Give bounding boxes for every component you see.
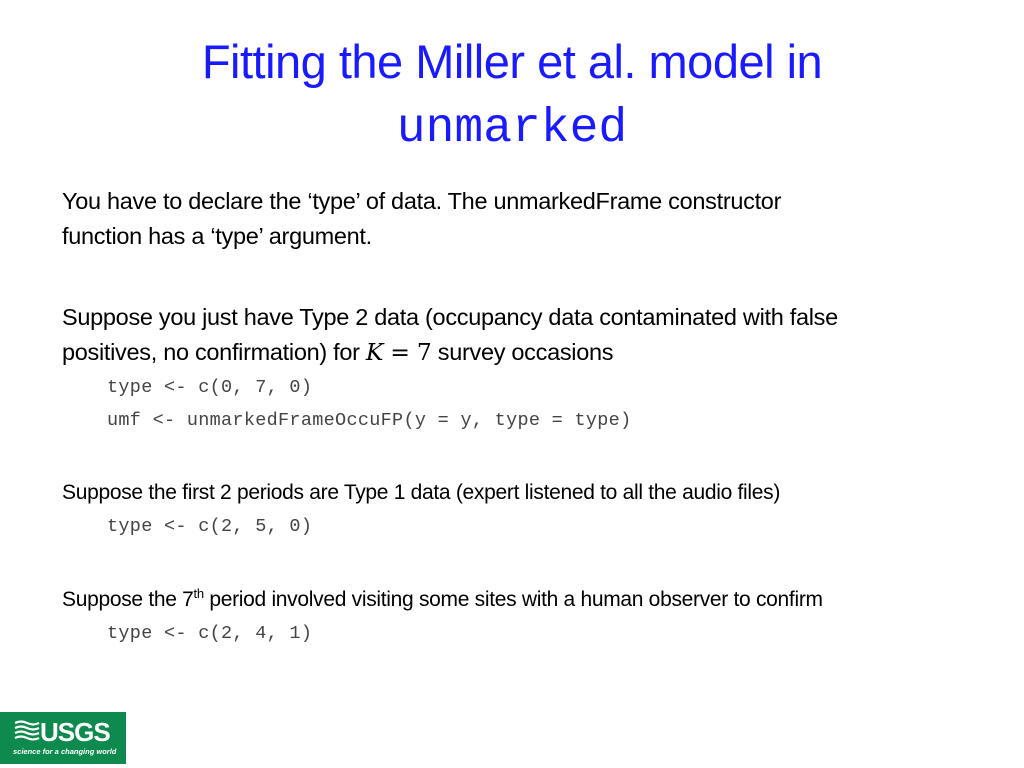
text: Suppose the 7 xyxy=(62,588,194,611)
paragraph-type2: Suppose you just have Type 2 data (occup… xyxy=(62,300,838,370)
math-equation: = 7 xyxy=(383,338,432,366)
paragraph-confirm: Suppose the 7th period involved visiting… xyxy=(62,585,823,615)
code-line: umf <- unmarkedFrameOccuFP(y = y, type =… xyxy=(107,410,632,431)
text: survey occasions xyxy=(431,339,614,365)
paragraph-type1: Suppose the first 2 periods are Type 1 d… xyxy=(62,481,781,504)
usgs-wave-icon xyxy=(14,720,40,741)
code-line: type <- c(2, 5, 0) xyxy=(107,516,313,537)
logo-tagline: science for a changing world xyxy=(13,747,117,756)
paragraph-line: Suppose you just have Type 2 data (occup… xyxy=(62,304,838,330)
text: period involved visiting some sites with… xyxy=(203,588,823,611)
paragraph-line: You have to declare the ‘type’ of data. … xyxy=(62,188,782,214)
superscript: th xyxy=(193,586,205,601)
math-variable: K xyxy=(365,338,384,366)
text: positives, no confirmation) for xyxy=(62,339,366,365)
slide-title: Fitting the Miller et al. model in xyxy=(201,35,823,88)
slide-title-code: unmarked xyxy=(396,102,628,156)
code-line: type <- c(0, 7, 0) xyxy=(107,377,313,398)
paragraph-type-intro: You have to declare the ‘type’ of data. … xyxy=(62,184,781,254)
paragraph-line: function has a ‘type’ argument. xyxy=(62,223,372,249)
usgs-logo: USGS science for a changing world xyxy=(0,712,126,764)
code-line: type <- c(2, 4, 1) xyxy=(107,623,313,644)
logo-name: USGS xyxy=(40,717,111,747)
paragraph-line: positives, no confirmation) for K = 7 su… xyxy=(62,335,838,370)
